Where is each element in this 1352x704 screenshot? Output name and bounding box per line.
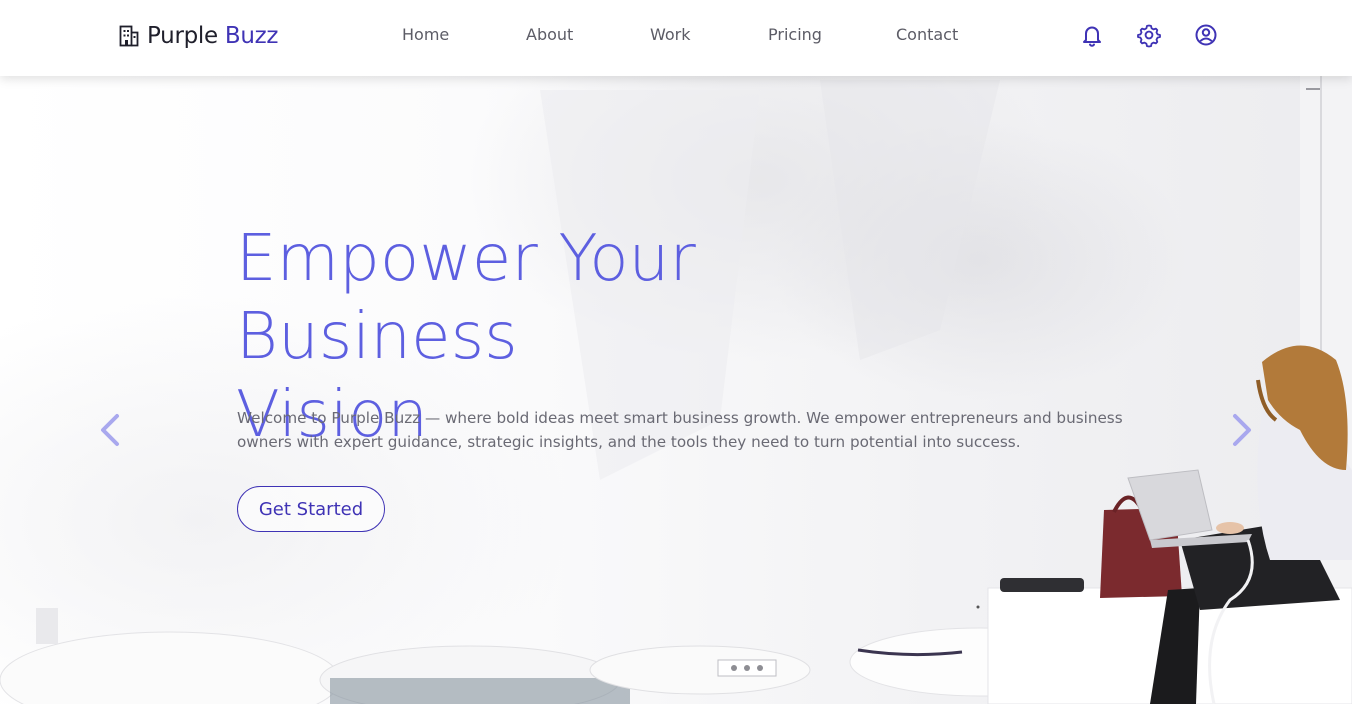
page: Purple Buzz Home About Work Pricing Cont… xyxy=(0,0,1352,704)
chevron-right-icon[interactable] xyxy=(1230,412,1254,448)
nav-link-about[interactable]: About xyxy=(526,24,573,46)
hero-headline-line-1: Empower Your Business xyxy=(236,222,696,374)
brand-name: Purple Buzz xyxy=(147,23,278,49)
user-circle-icon[interactable] xyxy=(1193,22,1219,48)
hero-intro-text: Welcome to Purple Buzz — where bold idea… xyxy=(237,409,1123,451)
brand-logo-link[interactable]: Purple Buzz xyxy=(119,18,278,54)
brand-name-primary: Purple xyxy=(147,23,218,49)
top-navbar: Purple Buzz Home About Work Pricing Cont… xyxy=(0,0,1352,76)
gear-icon[interactable] xyxy=(1136,22,1162,48)
chevron-left-icon[interactable] xyxy=(98,412,122,448)
bell-icon[interactable] xyxy=(1079,22,1105,48)
get-started-button[interactable]: Get Started xyxy=(237,486,385,532)
brand-name-accent: Buzz xyxy=(224,23,279,49)
nav-link-home[interactable]: Home xyxy=(402,24,449,46)
nav-link-work[interactable]: Work xyxy=(650,24,691,46)
nav-link-pricing[interactable]: Pricing xyxy=(768,24,822,46)
nav-link-contact[interactable]: Contact xyxy=(896,24,958,46)
building-icon xyxy=(119,25,139,47)
